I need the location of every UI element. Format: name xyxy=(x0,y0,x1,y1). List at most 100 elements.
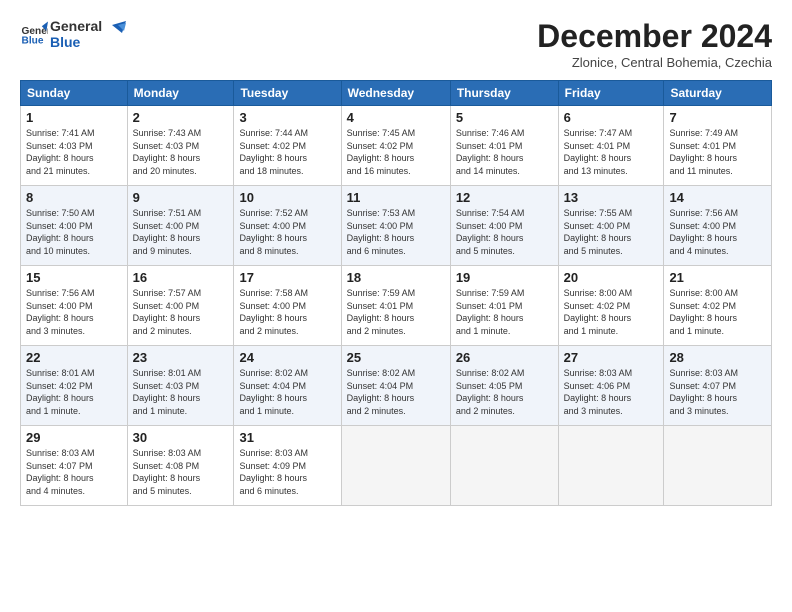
day-info: Sunrise: 7:54 AMSunset: 4:00 PMDaylight:… xyxy=(456,207,553,257)
calendar-row: 22Sunrise: 8:01 AMSunset: 4:02 PMDayligh… xyxy=(21,346,772,426)
title-area: December 2024 Zlonice, Central Bohemia, … xyxy=(537,18,772,70)
day-info: Sunrise: 7:59 AMSunset: 4:01 PMDaylight:… xyxy=(347,287,445,337)
day-info: Sunrise: 7:51 AMSunset: 4:00 PMDaylight:… xyxy=(133,207,229,257)
calendar-row: 29 Sunrise: 8:03 AMSunset: 4:07 PMDayligh… xyxy=(21,426,772,506)
location: Zlonice, Central Bohemia, Czechia xyxy=(537,55,772,70)
day-number: 11 xyxy=(347,190,445,205)
day-info: Sunrise: 8:00 AMSunset: 4:02 PMDaylight:… xyxy=(564,287,659,337)
calendar-cell: 10 Sunrise: 7:52 AMSunset: 4:00 PMDayligh… xyxy=(234,186,341,266)
th-sunday: Sunday xyxy=(21,81,128,106)
calendar-header-row: Sunday Monday Tuesday Wednesday Thursday… xyxy=(21,81,772,106)
calendar-cell: 7 Sunrise: 7:49 AMSunset: 4:01 PMDaylight… xyxy=(664,106,772,186)
day-number: 9 xyxy=(133,190,229,205)
day-number: 17 xyxy=(239,270,335,285)
day-info: Sunrise: 8:02 AMSunset: 4:05 PMDaylight:… xyxy=(456,367,553,417)
day-number: 5 xyxy=(456,110,553,125)
day-info: Sunrise: 8:01 AMSunset: 4:02 PMDaylight:… xyxy=(26,367,122,417)
calendar-cell: 6 Sunrise: 7:47 AMSunset: 4:01 PMDaylight… xyxy=(558,106,664,186)
day-number: 29 xyxy=(26,430,122,445)
day-info: Sunrise: 8:03 AMSunset: 4:07 PMDaylight:… xyxy=(26,447,122,497)
day-info: Sunrise: 7:44 AMSunset: 4:02 PMDaylight:… xyxy=(239,127,335,177)
day-info: Sunrise: 7:45 AMSunset: 4:02 PMDaylight:… xyxy=(347,127,445,177)
th-thursday: Thursday xyxy=(450,81,558,106)
calendar-row: 8Sunrise: 7:50 AMSunset: 4:00 PMDaylight… xyxy=(21,186,772,266)
calendar-cell: 5 Sunrise: 7:46 AMSunset: 4:01 PMDaylight… xyxy=(450,106,558,186)
calendar-cell: 11 Sunrise: 7:53 AMSunset: 4:00 PMDayligh… xyxy=(341,186,450,266)
day-info: Sunrise: 7:46 AMSunset: 4:01 PMDaylight:… xyxy=(456,127,553,177)
day-info: Sunrise: 7:55 AMSunset: 4:00 PMDaylight:… xyxy=(564,207,659,257)
calendar-cell: 4 Sunrise: 7:45 AMSunset: 4:02 PMDaylight… xyxy=(341,106,450,186)
calendar-cell: 26 Sunrise: 8:02 AMSunset: 4:05 PMDayligh… xyxy=(450,346,558,426)
calendar-table: Sunday Monday Tuesday Wednesday Thursday… xyxy=(20,80,772,506)
day-number: 6 xyxy=(564,110,659,125)
logo-line1: General xyxy=(50,18,102,34)
calendar-body: 1 Sunrise: 7:41 AMSunset: 4:03 PMDaylight… xyxy=(21,106,772,506)
day-number: 3 xyxy=(239,110,335,125)
day-info: Sunrise: 8:02 AMSunset: 4:04 PMDaylight:… xyxy=(347,367,445,417)
calendar-cell: 14 Sunrise: 7:56 AMSunset: 4:00 PMDayligh… xyxy=(664,186,772,266)
calendar-cell: 17Sunrise: 7:58 AMSunset: 4:00 PMDayligh… xyxy=(234,266,341,346)
day-number: 26 xyxy=(456,350,553,365)
day-number: 7 xyxy=(669,110,766,125)
logo-icon: General Blue xyxy=(20,20,48,48)
logo-bird-icon xyxy=(104,21,126,43)
day-number: 10 xyxy=(239,190,335,205)
day-info: Sunrise: 8:01 AMSunset: 4:03 PMDaylight:… xyxy=(133,367,229,417)
calendar-row: 1 Sunrise: 7:41 AMSunset: 4:03 PMDaylight… xyxy=(21,106,772,186)
day-info: Sunrise: 7:47 AMSunset: 4:01 PMDaylight:… xyxy=(564,127,659,177)
day-info: Sunrise: 7:41 AMSunset: 4:03 PMDaylight:… xyxy=(26,127,122,177)
svg-text:Blue: Blue xyxy=(22,35,44,46)
day-info: Sunrise: 7:50 AMSunset: 4:00 PMDaylight:… xyxy=(26,207,122,257)
day-number: 13 xyxy=(564,190,659,205)
calendar-cell: 19 Sunrise: 7:59 AMSunset: 4:01 PMDayligh… xyxy=(450,266,558,346)
calendar-cell: 27 Sunrise: 8:03 AMSunset: 4:06 PMDayligh… xyxy=(558,346,664,426)
day-number: 16 xyxy=(133,270,229,285)
day-info: Sunrise: 7:49 AMSunset: 4:01 PMDaylight:… xyxy=(669,127,766,177)
day-info: Sunrise: 7:56 AMSunset: 4:00 PMDaylight:… xyxy=(669,207,766,257)
day-number: 28 xyxy=(669,350,766,365)
calendar-cell: 8Sunrise: 7:50 AMSunset: 4:00 PMDaylight… xyxy=(21,186,128,266)
day-number: 18 xyxy=(347,270,445,285)
day-number: 19 xyxy=(456,270,553,285)
calendar-cell: 12Sunrise: 7:54 AMSunset: 4:00 PMDayligh… xyxy=(450,186,558,266)
calendar-cell: 31 Sunrise: 8:03 AMSunset: 4:09 PMDayligh… xyxy=(234,426,341,506)
calendar-cell xyxy=(558,426,664,506)
day-number: 20 xyxy=(564,270,659,285)
calendar-cell: 3 Sunrise: 7:44 AMSunset: 4:02 PMDaylight… xyxy=(234,106,341,186)
day-info: Sunrise: 7:56 AMSunset: 4:00 PMDaylight:… xyxy=(26,287,122,337)
day-info: Sunrise: 7:52 AMSunset: 4:00 PMDaylight:… xyxy=(239,207,335,257)
calendar-cell: 1 Sunrise: 7:41 AMSunset: 4:03 PMDaylight… xyxy=(21,106,128,186)
calendar-cell: 21Sunrise: 8:00 AMSunset: 4:02 PMDayligh… xyxy=(664,266,772,346)
calendar-cell xyxy=(341,426,450,506)
day-number: 14 xyxy=(669,190,766,205)
calendar-cell: 29 Sunrise: 8:03 AMSunset: 4:07 PMDayligh… xyxy=(21,426,128,506)
day-info: Sunrise: 8:00 AMSunset: 4:02 PMDaylight:… xyxy=(669,287,766,337)
calendar-cell: 22Sunrise: 8:01 AMSunset: 4:02 PMDayligh… xyxy=(21,346,128,426)
day-number: 24 xyxy=(239,350,335,365)
day-number: 25 xyxy=(347,350,445,365)
th-monday: Monday xyxy=(127,81,234,106)
page: General Blue General Blue December 2024 … xyxy=(0,0,792,518)
calendar-cell: 23 Sunrise: 8:01 AMSunset: 4:03 PMDayligh… xyxy=(127,346,234,426)
calendar-cell: 30 Sunrise: 8:03 AMSunset: 4:08 PMDayligh… xyxy=(127,426,234,506)
day-number: 4 xyxy=(347,110,445,125)
calendar-cell: 24 Sunrise: 8:02 AMSunset: 4:04 PMDayligh… xyxy=(234,346,341,426)
calendar-row: 15 Sunrise: 7:56 AMSunset: 4:00 PMDayligh… xyxy=(21,266,772,346)
day-info: Sunrise: 7:59 AMSunset: 4:01 PMDaylight:… xyxy=(456,287,553,337)
day-number: 23 xyxy=(133,350,229,365)
calendar-cell xyxy=(664,426,772,506)
day-number: 27 xyxy=(564,350,659,365)
day-info: Sunrise: 7:43 AMSunset: 4:03 PMDaylight:… xyxy=(133,127,229,177)
logo: General Blue General Blue xyxy=(20,18,126,50)
day-info: Sunrise: 7:53 AMSunset: 4:00 PMDaylight:… xyxy=(347,207,445,257)
day-info: Sunrise: 8:03 AMSunset: 4:06 PMDaylight:… xyxy=(564,367,659,417)
th-tuesday: Tuesday xyxy=(234,81,341,106)
day-info: Sunrise: 8:03 AMSunset: 4:09 PMDaylight:… xyxy=(239,447,335,497)
day-number: 1 xyxy=(26,110,122,125)
day-number: 2 xyxy=(133,110,229,125)
day-info: Sunrise: 8:02 AMSunset: 4:04 PMDaylight:… xyxy=(239,367,335,417)
day-number: 15 xyxy=(26,270,122,285)
day-number: 30 xyxy=(133,430,229,445)
day-info: Sunrise: 8:03 AMSunset: 4:08 PMDaylight:… xyxy=(133,447,229,497)
day-number: 31 xyxy=(239,430,335,445)
